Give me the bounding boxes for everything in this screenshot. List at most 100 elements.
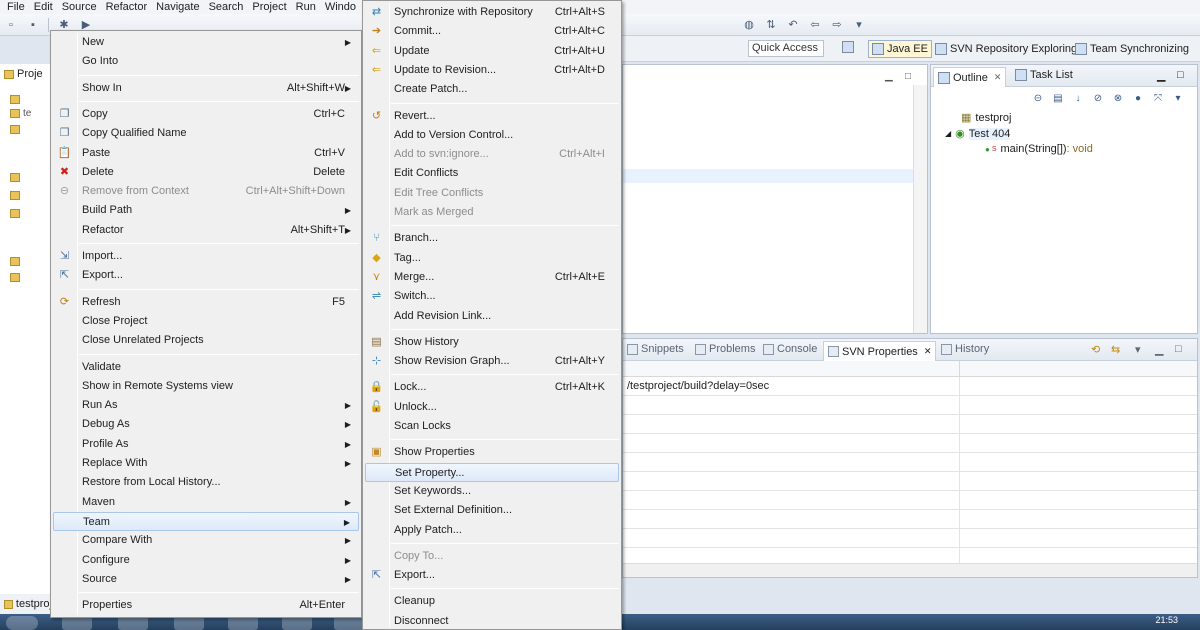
perspective-svn[interactable]: SVN Repository Exploring <box>932 40 1080 58</box>
minimize-icon[interactable]: ▁ <box>1157 69 1165 82</box>
menu-item-set-external-definition[interactable]: Set External Definition... <box>365 501 619 520</box>
tree-item[interactable] <box>10 206 48 220</box>
editor-scrollbar[interactable] <box>913 85 927 333</box>
open-perspective-icon[interactable] <box>842 41 854 53</box>
menu-item-replace-with[interactable]: Replace With ▶ <box>53 454 359 473</box>
menu-refactor[interactable]: Refactor <box>103 0 154 14</box>
table-row[interactable] <box>623 415 1197 434</box>
menu-item-run-as[interactable]: Run As ▶ <box>53 396 359 415</box>
menu-project[interactable]: Project <box>249 0 292 14</box>
table-row[interactable] <box>623 396 1197 415</box>
menu-item-commit[interactable]: ➔ Commit... Ctrl+Alt+C <box>365 22 619 41</box>
table-row[interactable] <box>623 491 1197 510</box>
menu-item-synchronize-with-repository[interactable]: ⇄ Synchronize with Repository Ctrl+Alt+S <box>365 3 619 22</box>
taskbar-app[interactable] <box>282 616 312 630</box>
last-edit-icon[interactable]: ↶ <box>785 18 801 32</box>
menu-item-merge[interactable]: ⋎ Merge... Ctrl+Alt+E <box>365 268 619 287</box>
tree-item[interactable] <box>10 254 48 268</box>
minimize-icon[interactable]: ▁ <box>885 71 893 82</box>
globe-icon[interactable]: ◍ <box>741 18 757 32</box>
new-icon[interactable]: ▫ <box>3 18 19 32</box>
menu-item-show-history[interactable]: ▤ Show History <box>365 333 619 352</box>
close-icon[interactable]: ✕ <box>994 72 1002 83</box>
menu-item-scan-locks[interactable]: Scan Locks <box>365 417 619 436</box>
menu-item-switch[interactable]: ⇌ Switch... <box>365 287 619 306</box>
menu-item-remove-from-context[interactable]: ⊖ Remove from Context Ctrl+Alt+Shift+Down <box>53 182 359 201</box>
menu-edit[interactable]: Edit <box>31 0 59 14</box>
menu-source[interactable]: Source <box>59 0 103 14</box>
menu-file[interactable]: File <box>4 0 31 14</box>
tab-snippets[interactable]: Snippets <box>627 343 684 355</box>
tab-svn-properties[interactable]: SVN Properties ✕ <box>823 341 937 361</box>
view-menu-icon[interactable]: ▾ <box>1171 93 1185 105</box>
horizontal-scrollbar[interactable] <box>623 563 1197 577</box>
outline-item[interactable]: ● S main(String[]) : void <box>985 143 1093 155</box>
menu-item-validate[interactable]: Validate <box>53 358 359 377</box>
taskbar-app[interactable] <box>118 616 148 630</box>
taskbar-app[interactable] <box>228 616 258 630</box>
maximize-icon[interactable]: □ <box>1175 343 1182 355</box>
hide-nonpublic-icon[interactable]: ⊘ <box>1091 93 1105 105</box>
menu-navigate[interactable]: Navigate <box>153 0 205 14</box>
menu-item-properties[interactable]: Properties Alt+Enter <box>53 596 359 615</box>
tree-item[interactable] <box>10 170 48 184</box>
menu-item-add-to-version-control[interactable]: Add to Version Control... <box>365 126 619 145</box>
menu-item-delete[interactable]: ✖ Delete Delete <box>53 163 359 182</box>
taskbar-app[interactable] <box>334 616 364 630</box>
save-icon[interactable]: ▪ <box>25 18 41 32</box>
next-annotation-icon[interactable]: ⇅ <box>763 18 779 32</box>
menu-item-debug-as[interactable]: Debug As ▶ <box>53 415 359 434</box>
properties-table-header[interactable] <box>623 361 1197 377</box>
tab-problems[interactable]: Problems <box>695 343 755 355</box>
table-row[interactable] <box>623 529 1197 548</box>
menu-item-update[interactable]: ⇐ Update Ctrl+Alt+U <box>365 42 619 61</box>
perspective-java-ee[interactable]: Java EE <box>868 40 932 58</box>
tree-item[interactable]: te <box>10 106 48 120</box>
public-icon[interactable]: ● <box>1131 93 1145 105</box>
menu-item-source[interactable]: Source ▶ <box>53 570 359 589</box>
expand-arrow-icon[interactable]: ◢ <box>945 129 951 138</box>
outline-item[interactable]: ◢ ◉ Test 404 <box>945 127 1011 140</box>
menu-item-restore-from-local-history[interactable]: Restore from Local History... <box>53 473 359 492</box>
menu-item-cleanup[interactable]: Cleanup <box>365 592 619 611</box>
menu-item-refresh[interactable]: ⟳ Refresh F5 <box>53 293 359 312</box>
menu-item-profile-as[interactable]: Profile As ▶ <box>53 435 359 454</box>
menu-item-close-project[interactable]: Close Project <box>53 312 359 331</box>
tree-item[interactable] <box>10 270 48 284</box>
table-row[interactable]: /testproject/build?delay=0sec <box>623 377 1197 396</box>
tab-console[interactable]: Console <box>763 343 817 355</box>
package-explorer-tab[interactable]: Proje <box>4 68 43 80</box>
menu-item-apply-patch[interactable]: Apply Patch... <box>365 521 619 540</box>
menu-item-copy-to[interactable]: Copy To... <box>365 547 619 566</box>
table-row[interactable] <box>623 510 1197 529</box>
menu-item-show-in-remote-systems-view[interactable]: Show in Remote Systems view <box>53 377 359 396</box>
menu-item-maven[interactable]: Maven ▶ <box>53 493 359 512</box>
menu-item-mark-as-merged[interactable]: Mark as Merged <box>365 203 619 222</box>
menu-item-unlock[interactable]: 🔓 Unlock... <box>365 398 619 417</box>
menu-item-update-to-revision[interactable]: ⇐ Update to Revision... Ctrl+Alt+D <box>365 61 619 80</box>
menu-item-import[interactable]: ⇲ Import... <box>53 247 359 266</box>
close-icon[interactable]: ✕ <box>924 346 932 357</box>
maximize-icon[interactable]: □ <box>905 71 911 82</box>
menu-item-paste[interactable]: 📋 Paste Ctrl+V <box>53 144 359 163</box>
maximize-icon[interactable]: □ <box>1177 69 1184 81</box>
menu-windo[interactable]: Windo <box>322 0 362 14</box>
forward-icon[interactable]: ⇨ <box>829 18 845 32</box>
tree-item[interactable] <box>10 92 48 106</box>
table-row[interactable] <box>623 453 1197 472</box>
perspective-team[interactable]: Team Synchronizing <box>1072 40 1192 58</box>
menu-item-disconnect[interactable]: Disconnect <box>365 612 619 630</box>
menu-item-set-property[interactable]: Set Property... <box>365 462 619 482</box>
menu-item-export[interactable]: ⇱ Export... <box>53 266 359 285</box>
sort-icon[interactable]: ↓ <box>1071 93 1085 105</box>
hide-local-types-icon[interactable]: ⊗ <box>1111 93 1125 105</box>
menu-item-revert[interactable]: ↺ Revert... <box>365 107 619 126</box>
menu-item-copy[interactable]: ❐ Copy Ctrl+C <box>53 105 359 124</box>
menu-item-build-path[interactable]: Build Path ▶ <box>53 201 359 220</box>
menu-item-tag[interactable]: ◆ Tag... <box>365 249 619 268</box>
quick-access-input[interactable]: Quick Access <box>748 40 824 57</box>
hide-fields-icon[interactable]: ⊝ <box>1031 93 1045 105</box>
taskbar-app[interactable] <box>62 616 92 630</box>
menu-item-lock[interactable]: 🔒 Lock... Ctrl+Alt+K <box>365 378 619 397</box>
menu-item-new[interactable]: New ▶ <box>53 33 359 52</box>
